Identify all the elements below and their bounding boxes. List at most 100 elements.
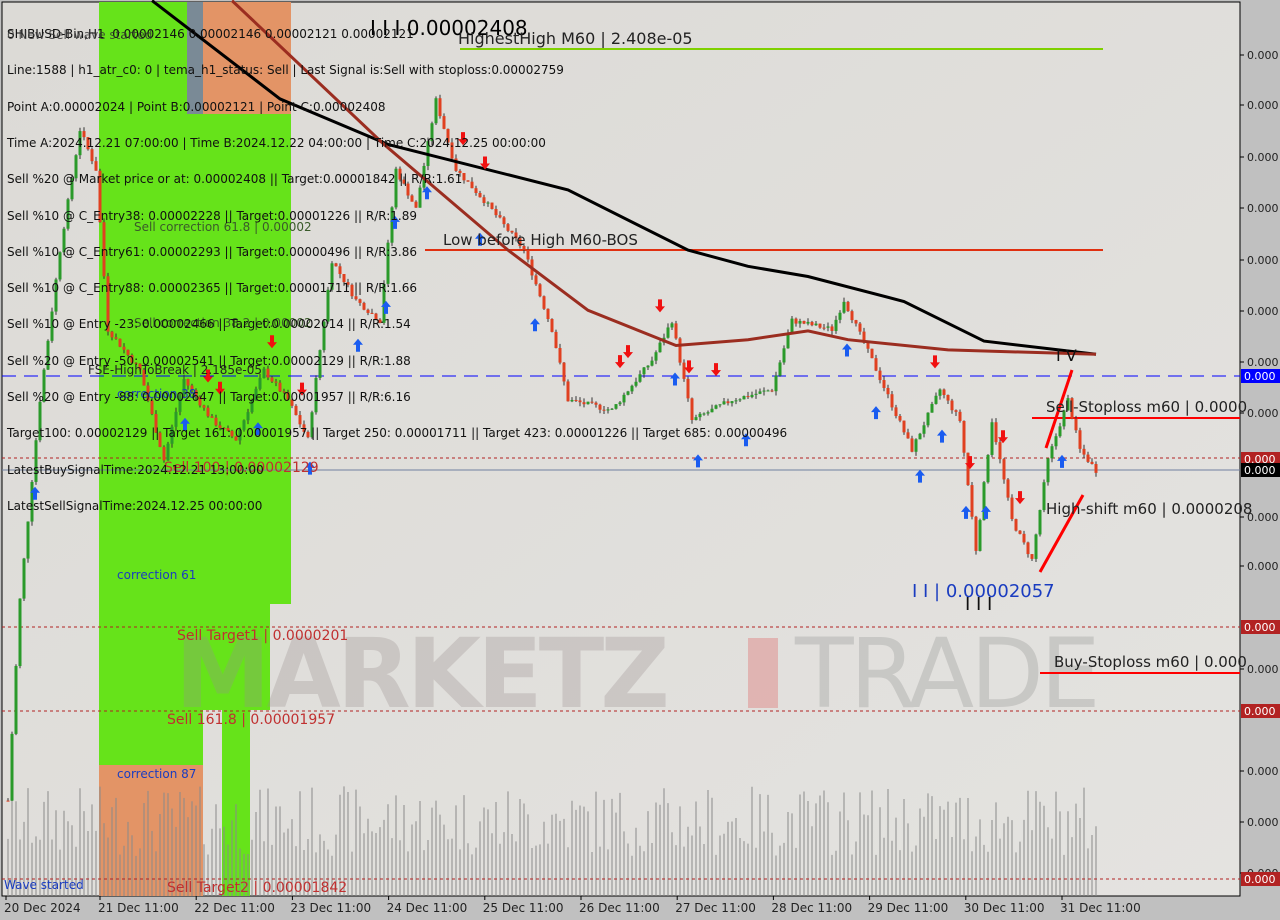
candle-body (1054, 436, 1058, 447)
candle-body (810, 321, 814, 326)
candle-body (18, 598, 22, 667)
wave-iv-label: I V (1056, 346, 1077, 365)
info-line: Sell %10 @ C_Entry61: 0.00002293 || Targ… (7, 244, 417, 259)
info-line: LatestBuySignalTime:2024.12.21 13:00:00 (7, 462, 264, 477)
price-marker-label: 0.000 (1244, 621, 1276, 634)
price-tick-label: 0.000 (1247, 151, 1279, 164)
candle-body (890, 394, 894, 408)
candle-body (998, 442, 1002, 460)
info-line: Sell %10 @ C_Entry38: 0.00002228 || Targ… (7, 208, 417, 223)
indicator-info-panel: SHIBUSD-Bin,H1 0.00002146 0.00002146 0.0… (7, 4, 787, 524)
info-line: Target100: 0.00002129 || Target 161: 0.0… (7, 426, 788, 441)
time-tick-label: 25 Dec 11:00 (483, 901, 564, 915)
time-tick-label: 26 Dec 11:00 (579, 901, 660, 915)
info-line: Sell %10 @ C_Entry88: 0.00002365 || Targ… (7, 281, 417, 296)
candle-body (14, 666, 18, 734)
price-tick-label: 0.000 (1247, 511, 1279, 524)
candle-body (806, 321, 810, 324)
info-line: Line:1588 | h1_atr_c0: 0 | tema_h1_statu… (7, 63, 564, 78)
sell-target2-label: Sell Target2 | 0.00001842 (167, 880, 347, 896)
candle-body (1014, 519, 1018, 531)
candle-body (942, 389, 946, 395)
candle-body (814, 323, 818, 326)
price-tick-label: 0.000 (1247, 663, 1279, 676)
candle-body (910, 438, 914, 452)
sell-stoploss-label: Sell-Stoploss m60 | 0.0000 (1046, 398, 1247, 416)
candle-body (938, 389, 942, 396)
candle-body (790, 318, 794, 334)
candle-body (830, 326, 834, 331)
candle-body (974, 516, 978, 551)
price-tick-label: 0.000 (1247, 765, 1279, 778)
candle-body (22, 558, 26, 599)
info-line: Sell %20 @ Market price or at: 0.0000240… (7, 172, 463, 187)
candle-body (930, 403, 934, 413)
price-marker-label: 0.000 (1244, 873, 1276, 886)
time-tick-label: 29 Dec 11:00 (868, 901, 949, 915)
candle-body (818, 323, 822, 328)
candle-body (926, 412, 930, 426)
price-axis: 0.000 0.000 0.000 0.000 0.000 0.000 0.000 0.000… (1240, 49, 1280, 886)
candle-body (26, 521, 30, 559)
candle-body (866, 342, 870, 349)
candle-body (990, 422, 994, 455)
price-tick-label: 0.000 (1247, 305, 1279, 318)
candle-body (994, 422, 998, 443)
candle-body (6, 800, 10, 802)
candle-body (1094, 464, 1098, 473)
info-line: Sell %20 @ Entry -88: 0.00002647 || Targ… (7, 390, 411, 404)
time-tick-label: 30 Dec 11:00 (964, 901, 1045, 915)
correction-87-label: correction 87 (117, 767, 196, 781)
candle-body (894, 407, 898, 417)
candle-body (934, 395, 938, 404)
candle-body (1034, 534, 1038, 559)
candle-body (946, 394, 950, 401)
candle-body (854, 320, 858, 324)
sell-1618-label: Sell 161.8 | 0.00001957 (167, 712, 335, 728)
candle-body (1038, 510, 1042, 535)
wave-started-label: Wave started (4, 878, 84, 892)
candle-body (826, 326, 830, 328)
time-tick-label: 21 Dec 11:00 (98, 901, 179, 915)
candle-body (918, 433, 922, 440)
wave-iii-label: I I I (965, 594, 992, 615)
candle-body (1074, 418, 1078, 431)
candle-body (978, 520, 982, 551)
candle-body (898, 416, 902, 421)
candle-body (882, 380, 886, 388)
correction-61-label: correction 61 (117, 568, 196, 582)
candle-body (922, 425, 926, 434)
candle-body (842, 301, 846, 313)
candle-body (822, 327, 826, 329)
price-tick-label: 0.000 (1247, 49, 1279, 62)
buy-stoploss-label: Buy-Stoploss m60 | 0.000 (1054, 653, 1247, 671)
candle-body (1006, 479, 1010, 498)
price-tick-label: 0.000 (1247, 202, 1279, 215)
candle-body (858, 323, 862, 332)
price-tick-label: 0.000 (1247, 99, 1279, 112)
price-marker-label: 0.000 (1244, 370, 1276, 383)
candle-body (958, 411, 962, 421)
candle-body (794, 318, 798, 324)
candle-body (846, 301, 850, 312)
time-tick-label: 20 Dec 2024 (4, 901, 81, 915)
candle-body (1030, 554, 1034, 559)
candle-body (962, 420, 966, 453)
candle-body (1010, 497, 1014, 520)
price-marker-label: 0.000 (1244, 705, 1276, 718)
candle-body (1002, 459, 1006, 480)
info-line: Time A:2024.12.21 07:00:00 | Time B:2024… (7, 136, 546, 151)
candle-body (902, 420, 906, 433)
time-tick-label: 27 Dec 11:00 (675, 901, 756, 915)
candle-body (1022, 533, 1026, 543)
candle-body (878, 370, 882, 381)
price-tick-label: 0.000 (1247, 254, 1279, 267)
candle-body (1046, 458, 1050, 483)
candle-body (1026, 542, 1030, 555)
candle-body (1018, 530, 1022, 534)
candle-body (886, 387, 890, 395)
candle-body (954, 410, 958, 412)
info-line: Sell %10 @ Entry -23: 0.00002466 || Targ… (7, 317, 411, 332)
time-tick-label: 23 Dec 11:00 (290, 901, 371, 915)
candle-body (838, 312, 842, 320)
